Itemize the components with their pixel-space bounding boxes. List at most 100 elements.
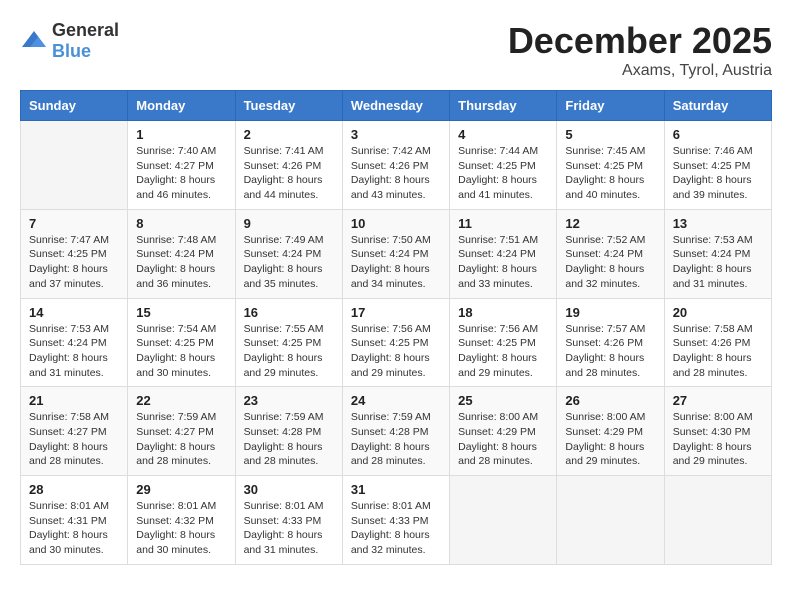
week-row-1: 1Sunrise: 7:40 AMSunset: 4:27 PMDaylight… (21, 121, 772, 210)
day-number: 2 (244, 127, 334, 142)
week-row-4: 21 Sunrise: 7:58 AMSunset: 4:27 PMDayligh… (21, 387, 772, 476)
title-area: December 2025 Axams, Tyrol, Austria (508, 20, 772, 80)
day-number: 22 (136, 393, 226, 408)
day-number: 19 (565, 305, 655, 320)
day-info: Sunrise: 7:59 AMSunset: 4:28 PMDaylight:… (351, 410, 441, 469)
day-number: 15 (136, 305, 226, 320)
calendar-cell: 30 Sunrise: 8:01 AMSunset: 4:33 PMDayligh… (235, 476, 342, 565)
day-header-friday: Friday (557, 91, 664, 121)
day-number: 16 (244, 305, 334, 320)
calendar-cell: 15 Sunrise: 7:54 AMSunset: 4:25 PMDayligh… (128, 298, 235, 387)
day-header-thursday: Thursday (450, 91, 557, 121)
calendar-cell: 8 Sunrise: 7:48 AMSunset: 4:24 PMDaylight… (128, 209, 235, 298)
day-info: Sunrise: 8:01 AMSunset: 4:32 PMDaylight:… (136, 499, 226, 558)
calendar-cell: 26 Sunrise: 8:00 AMSunset: 4:29 PMDayligh… (557, 387, 664, 476)
day-number: 26 (565, 393, 655, 408)
calendar-cell: 19 Sunrise: 7:57 AMSunset: 4:26 PMDayligh… (557, 298, 664, 387)
day-number: 17 (351, 305, 441, 320)
day-info: Sunrise: 8:00 AMSunset: 4:30 PMDaylight:… (673, 410, 763, 469)
day-number: 1 (136, 127, 226, 142)
calendar-cell: 18 Sunrise: 7:56 AMSunset: 4:25 PMDayligh… (450, 298, 557, 387)
calendar-cell (450, 476, 557, 565)
calendar-cell: 23 Sunrise: 7:59 AMSunset: 4:28 PMDayligh… (235, 387, 342, 476)
logo: General Blue (20, 20, 119, 62)
day-header-saturday: Saturday (664, 91, 771, 121)
day-info: Sunrise: 7:44 AMSunset: 4:25 PMDaylight:… (458, 144, 548, 203)
day-number: 29 (136, 482, 226, 497)
day-info: Sunrise: 7:56 AMSunset: 4:25 PMDaylight:… (351, 322, 441, 381)
day-number: 24 (351, 393, 441, 408)
day-info: Sunrise: 7:46 AMSunset: 4:25 PMDaylight:… (673, 144, 763, 203)
day-number: 13 (673, 216, 763, 231)
calendar-cell: 9 Sunrise: 7:49 AMSunset: 4:24 PMDaylight… (235, 209, 342, 298)
day-info: Sunrise: 7:45 AMSunset: 4:25 PMDaylight:… (565, 144, 655, 203)
day-number: 21 (29, 393, 119, 408)
day-info: Sunrise: 8:00 AMSunset: 4:29 PMDaylight:… (565, 410, 655, 469)
day-info: Sunrise: 7:54 AMSunset: 4:25 PMDaylight:… (136, 322, 226, 381)
day-info: Sunrise: 7:53 AMSunset: 4:24 PMDaylight:… (673, 233, 763, 292)
location-title: Axams, Tyrol, Austria (508, 62, 772, 80)
calendar-cell: 27 Sunrise: 8:00 AMSunset: 4:30 PMDayligh… (664, 387, 771, 476)
day-number: 28 (29, 482, 119, 497)
calendar-cell: 12Sunrise: 7:52 AMSunset: 4:24 PMDayligh… (557, 209, 664, 298)
calendar-cell: 11 Sunrise: 7:51 AMSunset: 4:24 PMDayligh… (450, 209, 557, 298)
calendar-cell: 17 Sunrise: 7:56 AMSunset: 4:25 PMDayligh… (342, 298, 449, 387)
day-number: 9 (244, 216, 334, 231)
day-info: Sunrise: 8:01 AMSunset: 4:33 PMDaylight:… (244, 499, 334, 558)
calendar-cell: 16Sunrise: 7:55 AMSunset: 4:25 PMDayligh… (235, 298, 342, 387)
logo-icon (20, 27, 48, 55)
calendar-cell: 1Sunrise: 7:40 AMSunset: 4:27 PMDaylight… (128, 121, 235, 210)
day-number: 4 (458, 127, 548, 142)
day-info: Sunrise: 7:58 AMSunset: 4:26 PMDaylight:… (673, 322, 763, 381)
day-info: Sunrise: 8:00 AMSunset: 4:29 PMDaylight:… (458, 410, 548, 469)
day-number: 3 (351, 127, 441, 142)
day-number: 8 (136, 216, 226, 231)
calendar-cell (664, 476, 771, 565)
day-info: Sunrise: 7:56 AMSunset: 4:25 PMDaylight:… (458, 322, 548, 381)
calendar-cell: 4 Sunrise: 7:44 AMSunset: 4:25 PMDaylight… (450, 121, 557, 210)
calendar-cell: 3Sunrise: 7:42 AMSunset: 4:26 PMDaylight… (342, 121, 449, 210)
calendar-cell: 5Sunrise: 7:45 AMSunset: 4:25 PMDaylight… (557, 121, 664, 210)
calendar-cell (557, 476, 664, 565)
calendar-cell: 14Sunrise: 7:53 AMSunset: 4:24 PMDayligh… (21, 298, 128, 387)
day-number: 7 (29, 216, 119, 231)
day-header-wednesday: Wednesday (342, 91, 449, 121)
day-info: Sunrise: 7:51 AMSunset: 4:24 PMDaylight:… (458, 233, 548, 292)
calendar-cell: 13 Sunrise: 7:53 AMSunset: 4:24 PMDayligh… (664, 209, 771, 298)
day-number: 25 (458, 393, 548, 408)
day-number: 18 (458, 305, 548, 320)
calendar-cell: 6 Sunrise: 7:46 AMSunset: 4:25 PMDaylight… (664, 121, 771, 210)
calendar-cell: 24 Sunrise: 7:59 AMSunset: 4:28 PMDayligh… (342, 387, 449, 476)
calendar-cell: 7 Sunrise: 7:47 AMSunset: 4:25 PMDaylight… (21, 209, 128, 298)
day-info: Sunrise: 7:58 AMSunset: 4:27 PMDaylight:… (29, 410, 119, 469)
calendar-cell: 20 Sunrise: 7:58 AMSunset: 4:26 PMDayligh… (664, 298, 771, 387)
week-row-5: 28 Sunrise: 8:01 AMSunset: 4:31 PMDayligh… (21, 476, 772, 565)
calendar-cell: 29 Sunrise: 8:01 AMSunset: 4:32 PMDayligh… (128, 476, 235, 565)
calendar-cell: 21 Sunrise: 7:58 AMSunset: 4:27 PMDayligh… (21, 387, 128, 476)
day-info: Sunrise: 7:47 AMSunset: 4:25 PMDaylight:… (29, 233, 119, 292)
day-number: 30 (244, 482, 334, 497)
logo-blue: Blue (52, 41, 119, 62)
day-number: 20 (673, 305, 763, 320)
calendar-cell: 22 Sunrise: 7:59 AMSunset: 4:27 PMDayligh… (128, 387, 235, 476)
week-row-2: 7 Sunrise: 7:47 AMSunset: 4:25 PMDaylight… (21, 209, 772, 298)
day-info: Sunrise: 7:57 AMSunset: 4:26 PMDaylight:… (565, 322, 655, 381)
calendar-table: SundayMondayTuesdayWednesdayThursdayFrid… (20, 90, 772, 565)
day-number: 6 (673, 127, 763, 142)
day-number: 12 (565, 216, 655, 231)
calendar-cell: 31Sunrise: 8:01 AMSunset: 4:33 PMDayligh… (342, 476, 449, 565)
day-info: Sunrise: 8:01 AMSunset: 4:31 PMDaylight:… (29, 499, 119, 558)
day-info: Sunrise: 7:48 AMSunset: 4:24 PMDaylight:… (136, 233, 226, 292)
day-info: Sunrise: 7:59 AMSunset: 4:27 PMDaylight:… (136, 410, 226, 469)
day-header-tuesday: Tuesday (235, 91, 342, 121)
day-number: 11 (458, 216, 548, 231)
day-info: Sunrise: 7:49 AMSunset: 4:24 PMDaylight:… (244, 233, 334, 292)
day-info: Sunrise: 7:59 AMSunset: 4:28 PMDaylight:… (244, 410, 334, 469)
day-info: Sunrise: 7:53 AMSunset: 4:24 PMDaylight:… (29, 322, 119, 381)
calendar-cell (21, 121, 128, 210)
week-row-3: 14Sunrise: 7:53 AMSunset: 4:24 PMDayligh… (21, 298, 772, 387)
header: General Blue December 2025 Axams, Tyrol,… (20, 20, 772, 80)
day-number: 27 (673, 393, 763, 408)
calendar-cell: 2Sunrise: 7:41 AMSunset: 4:26 PMDaylight… (235, 121, 342, 210)
day-number: 23 (244, 393, 334, 408)
